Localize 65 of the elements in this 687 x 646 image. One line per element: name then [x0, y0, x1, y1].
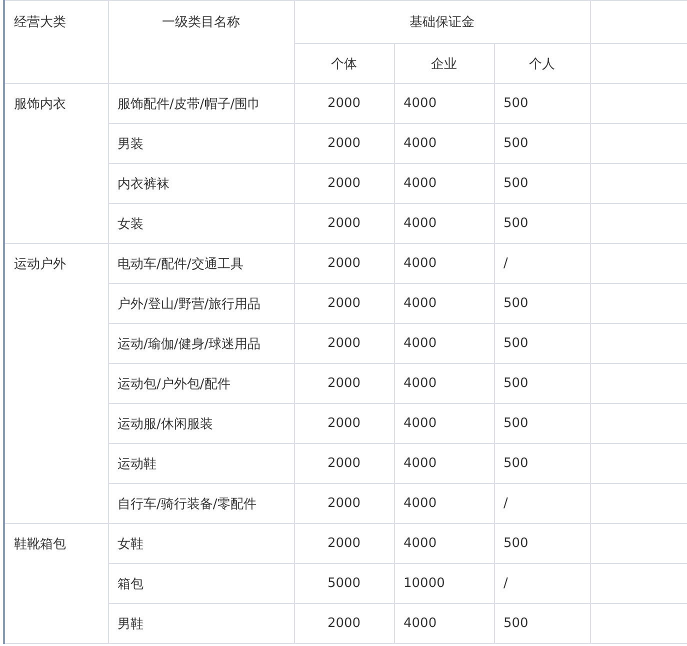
table-cell: 10000: [394, 564, 494, 604]
table-cell: 4000: [394, 404, 494, 444]
table-cell: 4000: [394, 524, 494, 564]
table-cell: 4000: [394, 444, 494, 484]
table-cell: 4000: [394, 364, 494, 404]
table-cell: 500: [494, 404, 590, 444]
table-cell: 4000: [394, 244, 494, 284]
table-cell: 鞋靴箱包: [4, 524, 108, 644]
table-cell: 运动包/户外包/配件: [108, 364, 294, 404]
table-cell: 电动车/配件/交通工具: [108, 244, 294, 284]
column-header: 个体: [294, 44, 394, 84]
column-header: 企业: [394, 44, 494, 84]
table-cell: /: [494, 484, 590, 524]
table-cell: 2000: [294, 164, 394, 204]
table-cell: 自行车/骑行装备/零配件: [108, 484, 294, 524]
column-header: 个人: [494, 44, 590, 84]
table-cell: 4000: [394, 204, 494, 244]
table-cell: 500: [494, 324, 590, 364]
table-cell: 2000: [294, 204, 394, 244]
table-cell: 2000: [294, 284, 394, 324]
table-cell: 4000: [394, 84, 494, 124]
table-cell: 2000: [294, 124, 394, 164]
table-cell: 4000: [394, 324, 494, 364]
table-cell: 4000: [394, 164, 494, 204]
table-cell: 500: [494, 204, 590, 244]
table-cell: 500: [494, 524, 590, 564]
table-cell: 2000: [294, 84, 394, 124]
table-cell: 女鞋: [108, 524, 294, 564]
table-cell: 运动户外: [4, 244, 108, 524]
table-cell: /: [494, 244, 590, 284]
table-cell: 5000: [294, 564, 394, 604]
table-cell: 2000: [294, 324, 394, 364]
table-cell: 4000: [394, 124, 494, 164]
table-cell: 运动服/休闲服装: [108, 404, 294, 444]
table-cell: 2000: [294, 604, 394, 644]
table-cell: 2000: [294, 244, 394, 284]
table-cell: 500: [494, 284, 590, 324]
table-cell: 500: [494, 84, 590, 124]
table-cell: 2000: [294, 524, 394, 564]
table-cell: 2000: [294, 364, 394, 404]
table-cell: 箱包: [108, 564, 294, 604]
table-cell: 500: [494, 444, 590, 484]
table-cell: 服饰内衣: [4, 84, 108, 244]
column-header: 经营大类: [4, 0, 108, 84]
table-cell: 4000: [394, 484, 494, 524]
table-cell: 男装: [108, 124, 294, 164]
table-cell: 4000: [394, 284, 494, 324]
column-header: 一级类目名称: [108, 0, 294, 84]
table-cell: 500: [494, 164, 590, 204]
table-cell: 2000: [294, 444, 394, 484]
table-cell: 500: [494, 124, 590, 164]
table-cell: 2000: [294, 404, 394, 444]
table-cell: 2000: [294, 484, 394, 524]
table-cell: 户外/登山/野营/旅行用品: [108, 284, 294, 324]
table-cell: 500: [494, 364, 590, 404]
column-header: 基础保证金: [294, 0, 590, 44]
table-cell: 男鞋: [108, 604, 294, 644]
table-cell: /: [494, 564, 590, 604]
table-cell: 运动鞋: [108, 444, 294, 484]
table-cell: 4000: [394, 604, 494, 644]
table-cell: 运动/瑜伽/健身/球迷用品: [108, 324, 294, 364]
table-cell: 500: [494, 604, 590, 644]
table-cell: 内衣裤袜: [108, 164, 294, 204]
table-cell: 女装: [108, 204, 294, 244]
table-cell: 服饰配件/皮带/帽子/围巾: [108, 84, 294, 124]
